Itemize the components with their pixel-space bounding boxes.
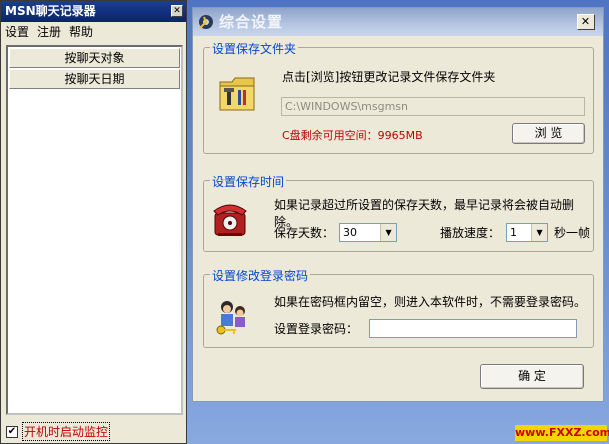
autostart-label: 开机时启动监控 xyxy=(22,422,111,441)
password-label: 设置登录密码： xyxy=(274,322,359,336)
msn-recorder-window: MSN聊天记录器 ✕ 设置 注册 帮助 按聊天对象 按聊天日期 ✔ 开机时启动监… xyxy=(0,0,187,444)
menu-register[interactable]: 注册 xyxy=(37,23,61,40)
save-folder-group-title: 设置保存文件夹 xyxy=(210,40,299,57)
play-speed-select[interactable]: 1 ▼ xyxy=(506,223,549,242)
settings-close-button[interactable]: ✕ xyxy=(577,14,595,30)
menubar: 设置 注册 帮助 xyxy=(1,22,186,41)
folder-tools-icon xyxy=(219,77,255,111)
save-folder-description: 点击[浏览]按钮更改记录文件保存文件夹 xyxy=(282,70,496,84)
autostart-checkbox-row[interactable]: ✔ 开机时启动监控 xyxy=(6,422,111,441)
password-group: 设置修改登录密码 如果在密码框内留空，则进入本软件时，不需要登录密码。 设置登录… xyxy=(203,267,594,348)
left-list-panel: 按聊天对象 按聊天日期 xyxy=(6,45,183,415)
checkmark-icon: ✔ xyxy=(7,425,17,437)
password-field[interactable] xyxy=(369,319,578,338)
save-time-controls: 保存天数： 30 ▼ 播放速度： 1 ▼ 秒一帧 xyxy=(274,223,590,242)
settings-titlebar: 综合设置 ✕ xyxy=(193,8,603,36)
left-close-button[interactable]: ✕ xyxy=(171,5,183,17)
settings-window: 综合设置 ✕ 设置保存文件夹 点击[浏览]按钮更改记录文件保存文件夹 C:\WI… xyxy=(192,7,604,402)
password-description: 如果在密码框内留空，则进入本软件时，不需要登录密码。 xyxy=(274,295,587,309)
password-controls: 设置登录密码： xyxy=(274,319,578,338)
save-days-label: 保存天数： xyxy=(274,226,335,240)
menu-settings[interactable]: 设置 xyxy=(5,23,29,40)
by-date-button[interactable]: 按聊天日期 xyxy=(9,69,180,89)
disk-space-text: C盘剩余可用空间：9965MB xyxy=(282,129,423,142)
menu-help[interactable]: 帮助 xyxy=(69,23,93,40)
ok-button[interactable]: 确 定 xyxy=(480,364,584,389)
close-icon: ✕ xyxy=(173,6,181,16)
app-gear-icon xyxy=(199,15,213,29)
save-time-group-title: 设置保存时间 xyxy=(210,173,287,190)
play-speed-value: 1 xyxy=(510,226,518,239)
autostart-checkbox[interactable]: ✔ xyxy=(6,425,18,438)
by-contact-button[interactable]: 按聊天对象 xyxy=(9,48,180,68)
left-window-title: MSN聊天记录器 xyxy=(5,4,96,18)
close-icon: ✕ xyxy=(580,15,592,28)
save-folder-group: 设置保存文件夹 点击[浏览]按钮更改记录文件保存文件夹 C:\WINDOWS\m… xyxy=(203,40,594,154)
save-days-select[interactable]: 30 ▼ xyxy=(339,223,398,242)
settings-title: 综合设置 xyxy=(219,13,284,31)
play-speed-unit: 秒一帧 xyxy=(554,226,591,240)
telephone-icon xyxy=(213,204,247,236)
save-days-value: 30 xyxy=(343,226,358,239)
site-watermark: www.FXXZ.com xyxy=(515,425,609,441)
left-titlebar: MSN聊天记录器 ✕ xyxy=(1,1,186,22)
chevron-down-icon[interactable]: ▼ xyxy=(380,224,397,241)
browse-button[interactable]: 浏 览 xyxy=(512,123,585,144)
chevron-down-icon[interactable]: ▼ xyxy=(531,224,548,241)
save-path-field[interactable]: C:\WINDOWS\msgmsn xyxy=(281,97,585,116)
password-group-title: 设置修改登录密码 xyxy=(210,267,311,284)
save-time-group: 设置保存时间 如果记录超过所设置的保存天数，最早记录将会被自动删除。 保存天数：… xyxy=(203,173,594,252)
play-speed-label: 播放速度： xyxy=(440,226,501,240)
people-keys-icon xyxy=(216,301,245,335)
